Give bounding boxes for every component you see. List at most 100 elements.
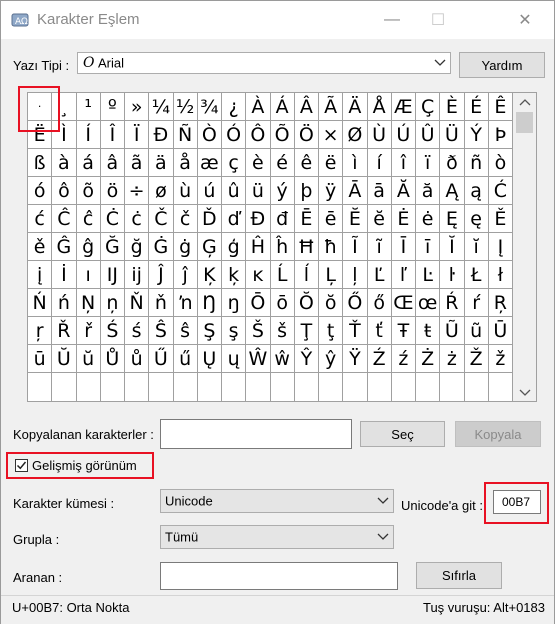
character-cell[interactable]: č: [173, 205, 198, 233]
character-cell[interactable]: Å: [367, 93, 392, 121]
character-cell[interactable]: í: [367, 149, 392, 177]
character-cell[interactable]: Ú: [391, 121, 416, 149]
character-cell[interactable]: ž: [488, 345, 513, 373]
character-cell[interactable]: æ: [197, 149, 222, 177]
character-cell[interactable]: Ť: [343, 317, 368, 345]
character-cell[interactable]: ç: [222, 149, 247, 177]
character-cell[interactable]: Ň: [125, 289, 150, 317]
character-cell[interactable]: ĭ: [464, 233, 489, 261]
character-cell[interactable]: Õ: [270, 121, 295, 149]
character-cell[interactable]: Ļ: [319, 261, 344, 289]
character-cell[interactable]: é: [270, 149, 295, 177]
character-cell[interactable]: Ç: [416, 93, 441, 121]
character-cell[interactable]: Ċ: [100, 205, 125, 233]
character-cell[interactable]: ×: [319, 121, 344, 149]
character-cell[interactable]: ũ: [464, 317, 489, 345]
character-cell[interactable]: Ê: [488, 93, 513, 121]
grid-scrollbar[interactable]: [513, 93, 536, 401]
character-cell[interactable]: Í: [76, 121, 101, 149]
character-cell[interactable]: ŝ: [173, 317, 198, 345]
group-select[interactable]: Tümü: [160, 525, 394, 549]
character-cell[interactable]: ó: [28, 177, 53, 205]
character-cell[interactable]: Ń: [28, 289, 53, 317]
character-cell[interactable]: À: [246, 93, 271, 121]
character-cell[interactable]: į: [28, 261, 53, 289]
character-cell[interactable]: Ż: [416, 345, 441, 373]
character-cell[interactable]: ģ: [222, 233, 247, 261]
character-cell[interactable]: õ: [76, 177, 101, 205]
character-cell[interactable]: ŀ: [440, 261, 465, 289]
character-cell[interactable]: đ: [270, 205, 295, 233]
character-cell[interactable]: Œ: [391, 289, 416, 317]
character-cell[interactable]: Û: [416, 121, 441, 149]
character-cell[interactable]: Ĉ: [52, 205, 77, 233]
character-cell[interactable]: Ñ: [173, 121, 198, 149]
character-cell[interactable]: ū: [28, 345, 53, 373]
character-cell[interactable]: ő: [367, 289, 392, 317]
character-cell[interactable]: Ō: [246, 289, 271, 317]
character-cell[interactable]: ĉ: [76, 205, 101, 233]
character-cell[interactable]: Ł: [464, 261, 489, 289]
character-cell[interactable]: Ę: [440, 205, 465, 233]
character-cell[interactable]: ń: [52, 289, 77, 317]
character-cell[interactable]: Ů: [100, 345, 125, 373]
character-cell[interactable]: Ø: [343, 121, 368, 149]
character-cell[interactable]: ĳ: [125, 261, 150, 289]
character-cell[interactable]: ŏ: [319, 289, 344, 317]
character-cell[interactable]: ų: [222, 345, 247, 373]
character-cell[interactable]: ð: [440, 149, 465, 177]
character-cell[interactable]: ň: [149, 289, 174, 317]
character-cell[interactable]: Ķ: [197, 261, 222, 289]
character-cell[interactable]: ý: [270, 177, 295, 205]
character-cell[interactable]: Ā: [343, 177, 368, 205]
character-cell[interactable]: ŧ: [416, 317, 441, 345]
character-cell[interactable]: Ÿ: [343, 345, 368, 373]
character-cell[interactable]: Ă: [391, 177, 416, 205]
character-cell[interactable]: Ĕ: [343, 205, 368, 233]
character-cell[interactable]: Ĥ: [246, 233, 271, 261]
character-cell[interactable]: â: [100, 149, 125, 177]
character-cell[interactable]: ī: [416, 233, 441, 261]
character-cell[interactable]: ė: [416, 205, 441, 233]
character-cell[interactable]: Ř: [52, 317, 77, 345]
scroll-down-button[interactable]: [513, 384, 536, 401]
character-cell[interactable]: »: [125, 93, 150, 121]
character-cell[interactable]: ½: [173, 93, 198, 121]
character-cell[interactable]: Ţ: [294, 317, 319, 345]
character-cell[interactable]: Ć: [488, 177, 513, 205]
character-cell[interactable]: å: [173, 149, 198, 177]
help-button[interactable]: Yardım: [459, 52, 545, 78]
character-cell[interactable]: Ó: [222, 121, 247, 149]
character-cell[interactable]: ż: [440, 345, 465, 373]
character-cell[interactable]: Š: [246, 317, 271, 345]
character-cell[interactable]: ĝ: [76, 233, 101, 261]
character-cell[interactable]: Ē: [294, 205, 319, 233]
character-cell[interactable]: ę: [464, 205, 489, 233]
character-cell[interactable]: Ű: [149, 345, 174, 373]
character-cell[interactable]: Ŕ: [440, 289, 465, 317]
character-cell[interactable]: ÷: [125, 177, 150, 205]
character-cell[interactable]: Ū: [488, 317, 513, 345]
character-cell[interactable]: ĸ: [246, 261, 271, 289]
character-cell[interactable]: ô: [52, 177, 77, 205]
character-cell[interactable]: º: [100, 93, 125, 121]
character-cell[interactable]: Ž: [464, 345, 489, 373]
character-cell[interactable]: ť: [367, 317, 392, 345]
goto-unicode-input[interactable]: 00B7: [493, 490, 541, 514]
character-cell[interactable]: ë: [319, 149, 344, 177]
character-cell[interactable]: Ś: [100, 317, 125, 345]
character-cell[interactable]: Ź: [367, 345, 392, 373]
character-cell[interactable]: ö: [100, 177, 125, 205]
character-cell[interactable]: Ħ: [294, 233, 319, 261]
character-cell[interactable]: þ: [294, 177, 319, 205]
character-cell[interactable]: ã: [125, 149, 150, 177]
character-cell[interactable]: ķ: [222, 261, 247, 289]
font-select[interactable]: O Arial: [77, 52, 451, 74]
character-cell[interactable]: Ĵ: [149, 261, 174, 289]
character-cell[interactable]: ŵ: [270, 345, 295, 373]
close-button[interactable]: ✕: [502, 1, 548, 39]
character-cell[interactable]: Ų: [197, 345, 222, 373]
reset-button[interactable]: Sıfırla: [416, 562, 502, 589]
character-cell[interactable]: Ĭ: [440, 233, 465, 261]
character-cell[interactable]: ¼: [149, 93, 174, 121]
